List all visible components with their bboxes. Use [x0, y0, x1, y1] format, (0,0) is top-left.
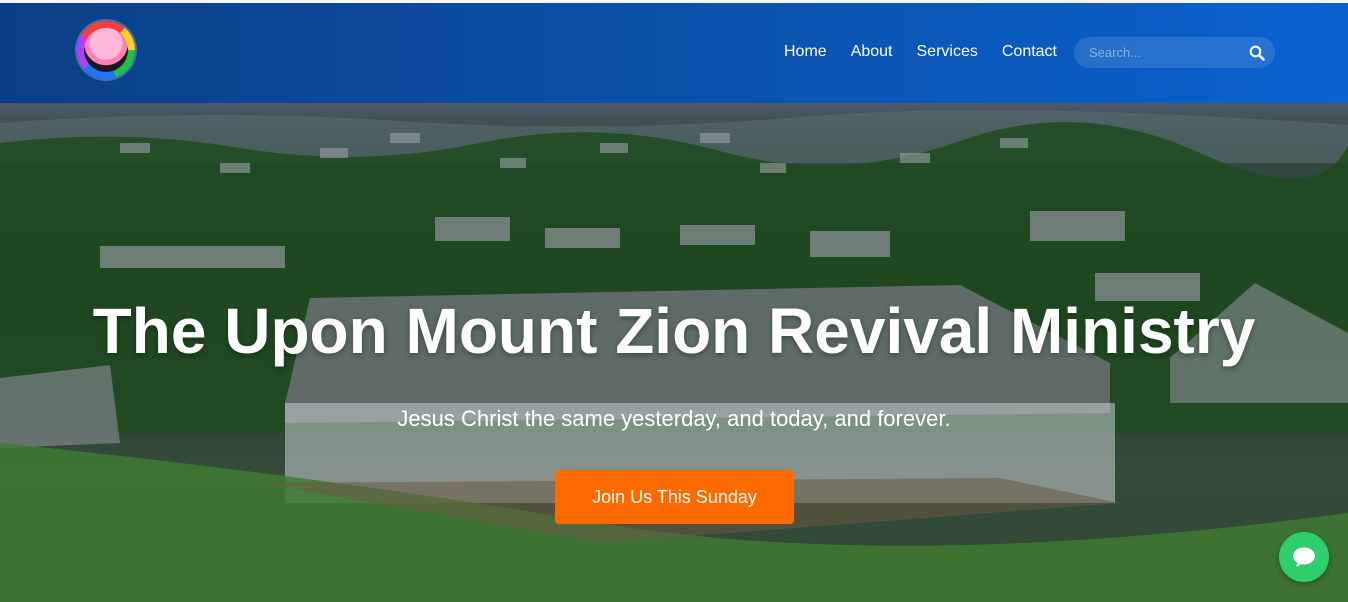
search-icon[interactable]: [1247, 43, 1267, 63]
nav-contact-link[interactable]: Contact: [1002, 39, 1057, 65]
hero-subtitle: Jesus Christ the same yesterday, and tod…: [397, 406, 951, 431]
page: Home About Services Contact Search... Th…: [0, 0, 1348, 602]
hero-section: The Upon Mount Zion Revival Ministry Jes…: [0, 103, 1348, 602]
hero-title: The Upon Mount Zion Revival Ministry: [92, 295, 1256, 367]
main-nav: Home About Services Contact: [784, 39, 1081, 65]
chat-bubble-icon[interactable]: [1279, 532, 1329, 582]
search-input[interactable]: [1089, 38, 1249, 67]
church-logo-icon[interactable]: [77, 21, 135, 79]
nav-about-link[interactable]: About: [851, 39, 893, 65]
join-us-button[interactable]: Join Us This Sunday: [555, 470, 794, 524]
site-header: Home About Services Contact: [0, 3, 1348, 103]
nav-home-link[interactable]: Home: [784, 39, 827, 65]
search-box: [1074, 37, 1275, 68]
nav-services-link[interactable]: Services: [917, 39, 978, 65]
logo-emblem: [84, 28, 128, 72]
